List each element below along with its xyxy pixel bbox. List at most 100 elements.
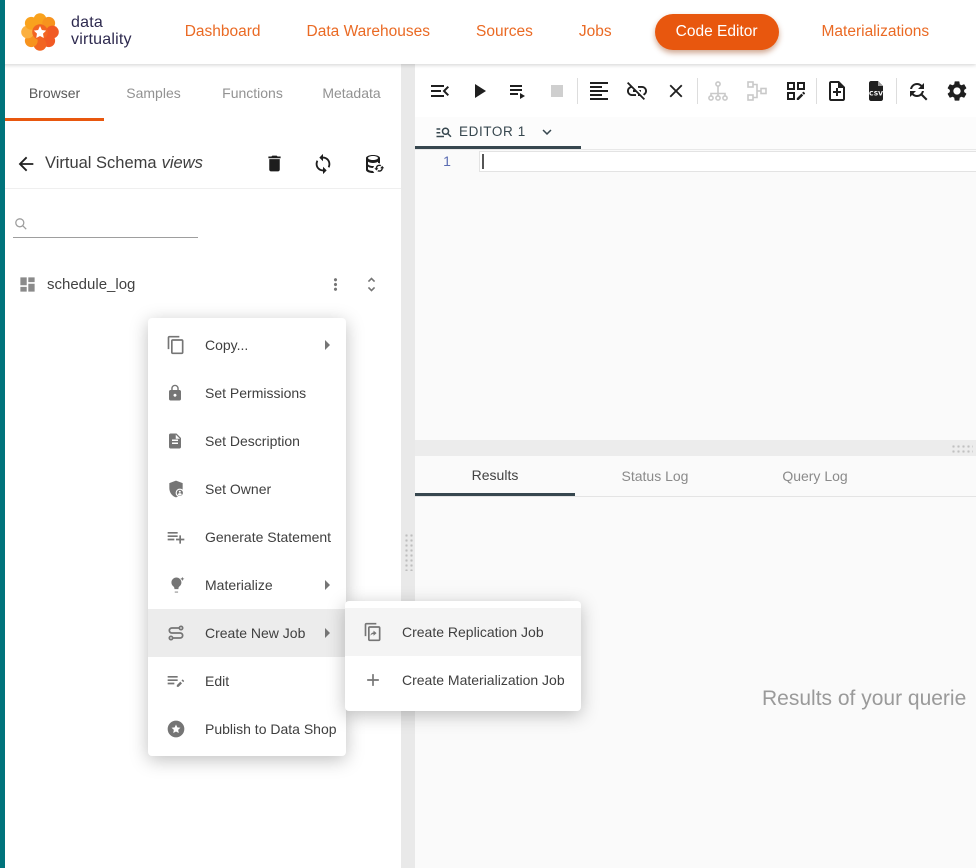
toolbar-separator: [697, 78, 698, 104]
menu-item-create-replication-job[interactable]: Create Replication Job: [345, 608, 581, 656]
tree-item-schedule-log[interactable]: schedule_log: [5, 262, 401, 306]
nav-dashboard[interactable]: Dashboard: [185, 23, 261, 41]
text-caret: [482, 154, 484, 169]
nav-materializations[interactable]: Materializations: [822, 23, 930, 41]
toolbar-separator: [816, 78, 817, 104]
refresh-metadata-button[interactable]: [361, 152, 385, 176]
toolbar-separator: [577, 78, 578, 104]
find-replace-icon[interactable]: [898, 71, 937, 111]
delete-schema-button[interactable]: [264, 153, 285, 174]
menu-item-label: Set Description: [205, 433, 336, 449]
tree-item-label: schedule_log: [47, 276, 326, 293]
format-align-icon[interactable]: [579, 71, 618, 111]
shield-person-icon: [166, 479, 186, 499]
database-sync-icon: [361, 152, 385, 176]
app-root: data virtuality Dashboard Data Warehouse…: [0, 0, 976, 868]
drag-handle-icon: [951, 444, 973, 453]
sidebar-search: [13, 216, 198, 238]
edit-grid-icon[interactable]: [776, 71, 815, 111]
unfold-more-icon: [362, 275, 381, 294]
logo-line-1: data: [71, 15, 132, 32]
menu-open-icon[interactable]: [421, 71, 460, 111]
menu-item-label: Set Owner: [205, 481, 336, 497]
menu-item-set-permissions[interactable]: Set Permissions: [148, 369, 346, 417]
search-input[interactable]: [35, 216, 216, 232]
menu-item-label: Copy...: [205, 337, 325, 353]
svg-text:CSV: CSV: [869, 90, 883, 97]
schema-header: Virtual Schema views: [5, 139, 401, 189]
clear-icon[interactable]: [657, 71, 696, 111]
tab-editor-1[interactable]: EDITOR 1: [415, 117, 581, 149]
nav-code-editor[interactable]: Code Editor: [655, 14, 779, 50]
schema-title-text: Virtual Schema: [45, 154, 157, 172]
panel-resize-divider[interactable]: [401, 64, 415, 868]
menu-item-publish-to-data-shop[interactable]: Publish to Data Shop: [148, 705, 346, 753]
submenu-arrow-icon: [325, 580, 330, 590]
stop-icon: [537, 71, 576, 111]
run-selection-icon[interactable]: [499, 71, 538, 111]
tab-browser[interactable]: Browser: [5, 64, 104, 121]
menu-item-materialize[interactable]: Materialize: [148, 561, 346, 609]
active-line[interactable]: [479, 151, 976, 172]
trash-icon: [264, 153, 285, 174]
menu-item-create-new-job[interactable]: Create New Job: [148, 609, 346, 657]
star-circle-icon: [166, 719, 186, 739]
tab-functions[interactable]: Functions: [203, 64, 302, 121]
back-arrow-icon: [15, 153, 37, 175]
nav-data-warehouses[interactable]: Data Warehouses: [307, 23, 431, 41]
menu-item-set-description[interactable]: Set Description: [148, 417, 346, 465]
item-context-menu: Copy... Set Permissions Set Description …: [148, 318, 346, 756]
tab-samples[interactable]: Samples: [104, 64, 203, 121]
unlink-icon[interactable]: [618, 71, 657, 111]
replication-icon: [363, 622, 383, 642]
expand-item-button[interactable]: [362, 275, 381, 294]
manage-search-icon: [435, 123, 453, 141]
chevron-down-icon[interactable]: [538, 123, 556, 141]
menu-item-generate-statement[interactable]: Generate Statement: [148, 513, 346, 561]
submenu-arrow-icon: [325, 628, 330, 638]
export-csv-icon[interactable]: CSV: [857, 71, 896, 111]
nav-sources[interactable]: Sources: [476, 23, 533, 41]
toolbar-separator: [896, 78, 897, 104]
editor-tab-label: EDITOR 1: [459, 124, 526, 139]
menu-item-label: Create New Job: [205, 625, 325, 641]
run-icon[interactable]: [460, 71, 499, 111]
app-logo[interactable]: data virtuality: [18, 10, 132, 54]
code-editor-area[interactable]: 1: [415, 150, 976, 440]
menu-item-create-materialization-job[interactable]: Create Materialization Job: [345, 656, 581, 704]
tab-metadata[interactable]: Metadata: [302, 64, 401, 121]
menu-item-edit[interactable]: Edit: [148, 657, 346, 705]
route-icon: [166, 623, 186, 643]
kebab-menu-icon: [326, 275, 345, 294]
menu-item-label: Edit: [205, 673, 336, 689]
drag-handle-icon: [404, 533, 413, 571]
item-menu-button[interactable]: [326, 275, 345, 294]
tab-query-log[interactable]: Query Log: [735, 456, 895, 496]
copy-icon: [166, 335, 186, 355]
menu-item-set-owner[interactable]: Set Owner: [148, 465, 346, 513]
menu-item-label: Publish to Data Shop: [205, 721, 337, 737]
edge-accent-bar: [0, 0, 5, 868]
menu-item-label: Generate Statement: [205, 529, 336, 545]
tab-results[interactable]: Results: [415, 456, 575, 496]
logo-line-2: virtuality: [71, 32, 132, 49]
results-resize-divider[interactable]: [415, 440, 976, 456]
back-button[interactable]: [15, 153, 37, 175]
settings-icon[interactable]: [937, 71, 976, 111]
nav-jobs[interactable]: Jobs: [579, 23, 612, 41]
schema-title: Virtual Schema views: [45, 154, 264, 173]
tab-status-log[interactable]: Status Log: [575, 456, 735, 496]
view-table-icon: [18, 275, 37, 294]
new-file-icon[interactable]: [818, 71, 857, 111]
results-tabs: Results Status Log Query Log: [415, 456, 976, 497]
description-icon: [166, 431, 186, 451]
logo-flower-icon: [18, 10, 62, 54]
playlist-add-icon: [166, 527, 186, 547]
refresh-schema-button[interactable]: [312, 153, 334, 175]
menu-item-copy[interactable]: Copy...: [148, 321, 346, 369]
playlist-edit-icon: [166, 671, 186, 691]
editor-toolbar: CSV: [415, 64, 976, 117]
schema-title-qualifier: views: [162, 154, 203, 172]
code-editor-panel: CSV EDITOR 1 1: [415, 64, 976, 868]
schema-header-actions: [264, 152, 389, 176]
